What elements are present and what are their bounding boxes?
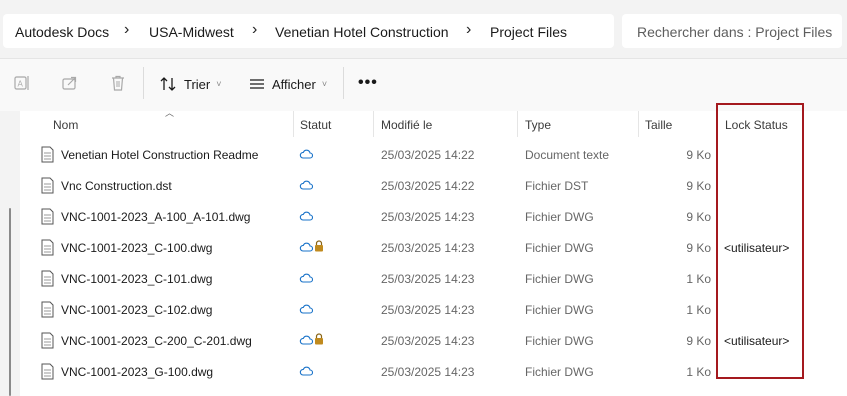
breadcrumb-item-venetian-hotel[interactable]: Venetian Hotel Construction bbox=[275, 24, 449, 40]
modified-date: 25/03/2025 14:23 bbox=[381, 303, 475, 317]
table-row[interactable]: VNC-1001-2023_C-200_C-201.dwg 25/03/2025… bbox=[20, 326, 820, 357]
file-size: 9 Ko bbox=[686, 241, 711, 255]
table-row[interactable]: VNC-1001-2023_G-100.dwg 25/03/2025 14:23… bbox=[20, 357, 820, 388]
sort-button[interactable]: Trier ˅ bbox=[160, 74, 222, 94]
table-row[interactable]: Vnc Construction.dst 25/03/2025 14:22 Fi… bbox=[20, 171, 820, 202]
share-icon[interactable] bbox=[60, 73, 80, 93]
cloud-icon bbox=[299, 211, 313, 221]
toolbar-divider bbox=[343, 67, 344, 99]
cloud-icon bbox=[299, 149, 313, 159]
file-type: Fichier DWG bbox=[525, 210, 594, 224]
file-size: 1 Ko bbox=[686, 303, 711, 317]
cloud-icon bbox=[299, 180, 313, 190]
file-name: VNC-1001-2023_C-200_C-201.dwg bbox=[61, 334, 252, 348]
modified-date: 25/03/2025 14:23 bbox=[381, 365, 475, 379]
column-divider[interactable] bbox=[373, 111, 374, 137]
modified-date: 25/03/2025 14:23 bbox=[381, 334, 475, 348]
cloud-icon bbox=[299, 273, 313, 283]
file-size: 1 Ko bbox=[686, 272, 711, 286]
toolbar-divider bbox=[143, 67, 144, 99]
search-placeholder: Rechercher dans : Project Files bbox=[637, 24, 833, 40]
file-name: VNC-1001-2023_C-101.dwg bbox=[61, 272, 213, 286]
file-type: Fichier DWG bbox=[525, 334, 594, 348]
rename-icon[interactable]: A bbox=[12, 73, 32, 93]
chevron-right-icon: › bbox=[466, 21, 472, 38]
chevron-down-icon: ˅ bbox=[216, 79, 222, 89]
file-size: 1 Ko bbox=[686, 365, 711, 379]
file-name: VNC-1001-2023_C-102.dwg bbox=[61, 303, 213, 317]
table-row[interactable]: VNC-1001-2023_C-101.dwg 25/03/2025 14:23… bbox=[20, 264, 820, 295]
cloud-icon bbox=[299, 304, 313, 314]
cloud-icon bbox=[299, 366, 313, 376]
lock-status-highlight bbox=[716, 103, 804, 379]
delete-icon[interactable] bbox=[108, 73, 128, 93]
table-row[interactable]: VNC-1001-2023_A-100_A-101.dwg 25/03/2025… bbox=[20, 202, 820, 233]
file-type: Fichier DST bbox=[525, 179, 589, 193]
file-name: Vnc Construction.dst bbox=[61, 179, 172, 193]
file-name: VNC-1001-2023_A-100_A-101.dwg bbox=[61, 210, 251, 224]
padlock-icon bbox=[315, 240, 323, 252]
svg-text:A: A bbox=[18, 80, 24, 89]
document-icon bbox=[41, 146, 54, 163]
file-name: VNC-1001-2023_C-100.dwg bbox=[61, 241, 213, 255]
cloud-icon bbox=[299, 242, 313, 252]
file-size: 9 Ko bbox=[686, 210, 711, 224]
sort-label: Trier bbox=[184, 76, 211, 92]
file-type: Fichier DWG bbox=[525, 241, 594, 255]
modified-date: 25/03/2025 14:22 bbox=[381, 179, 475, 193]
cloud-icon bbox=[299, 335, 313, 345]
document-icon bbox=[41, 332, 54, 349]
document-icon bbox=[41, 270, 54, 287]
document-icon bbox=[41, 177, 54, 194]
column-divider[interactable] bbox=[638, 111, 639, 137]
document-icon bbox=[41, 363, 54, 380]
more-options-icon[interactable]: ••• bbox=[358, 74, 378, 92]
sort-ascending-icon: ︿ bbox=[165, 108, 175, 118]
sort-icon bbox=[160, 77, 176, 91]
file-name: VNC-1001-2023_G-100.dwg bbox=[61, 365, 214, 379]
document-icon bbox=[41, 239, 54, 256]
file-type: Document texte bbox=[525, 148, 610, 162]
column-header-name[interactable]: Nom bbox=[53, 118, 78, 132]
modified-date: 25/03/2025 14:23 bbox=[381, 241, 475, 255]
file-type: Fichier DWG bbox=[525, 272, 594, 286]
file-size: 9 Ko bbox=[686, 179, 711, 193]
column-divider[interactable] bbox=[293, 111, 294, 137]
navigation-scrollbar[interactable] bbox=[9, 208, 11, 396]
table-row[interactable]: VNC-1001-2023_C-102.dwg 25/03/2025 14:23… bbox=[20, 295, 820, 326]
file-size: 9 Ko bbox=[686, 334, 711, 348]
view-list-icon bbox=[250, 79, 264, 89]
column-header-status[interactable]: Statut bbox=[300, 118, 331, 132]
modified-date: 25/03/2025 14:23 bbox=[381, 272, 475, 286]
chevron-down-icon: ˅ bbox=[321, 79, 328, 89]
column-header-size[interactable]: Taille bbox=[645, 118, 672, 132]
view-label: Afficher bbox=[272, 76, 316, 92]
file-type: Fichier DWG bbox=[525, 303, 594, 317]
table-row[interactable]: VNC-1001-2023_C-100.dwg 25/03/2025 14:23… bbox=[20, 233, 820, 264]
modified-date: 25/03/2025 14:23 bbox=[381, 210, 475, 224]
view-button[interactable]: Afficher ˅ bbox=[248, 74, 327, 94]
document-icon bbox=[41, 301, 54, 318]
modified-date: 25/03/2025 14:22 bbox=[381, 148, 475, 162]
breadcrumb-item-usa-midwest[interactable]: USA-Midwest bbox=[149, 24, 234, 40]
column-header-modified[interactable]: Modifié le bbox=[381, 118, 432, 132]
chevron-right-icon: › bbox=[124, 21, 130, 38]
document-icon bbox=[41, 208, 54, 225]
table-row[interactable]: Venetian Hotel Construction Readme 25/03… bbox=[20, 140, 820, 171]
breadcrumb-item-project-files[interactable]: Project Files bbox=[490, 24, 567, 40]
file-name: Venetian Hotel Construction Readme bbox=[61, 148, 259, 162]
file-type: Fichier DWG bbox=[525, 365, 594, 379]
file-size: 9 Ko bbox=[686, 148, 711, 162]
column-divider[interactable] bbox=[517, 111, 518, 137]
padlock-icon bbox=[315, 333, 323, 345]
column-header-type[interactable]: Type bbox=[525, 118, 551, 132]
chevron-right-icon: › bbox=[252, 21, 258, 38]
breadcrumb-item-autodesk-docs[interactable]: Autodesk Docs bbox=[15, 24, 109, 40]
